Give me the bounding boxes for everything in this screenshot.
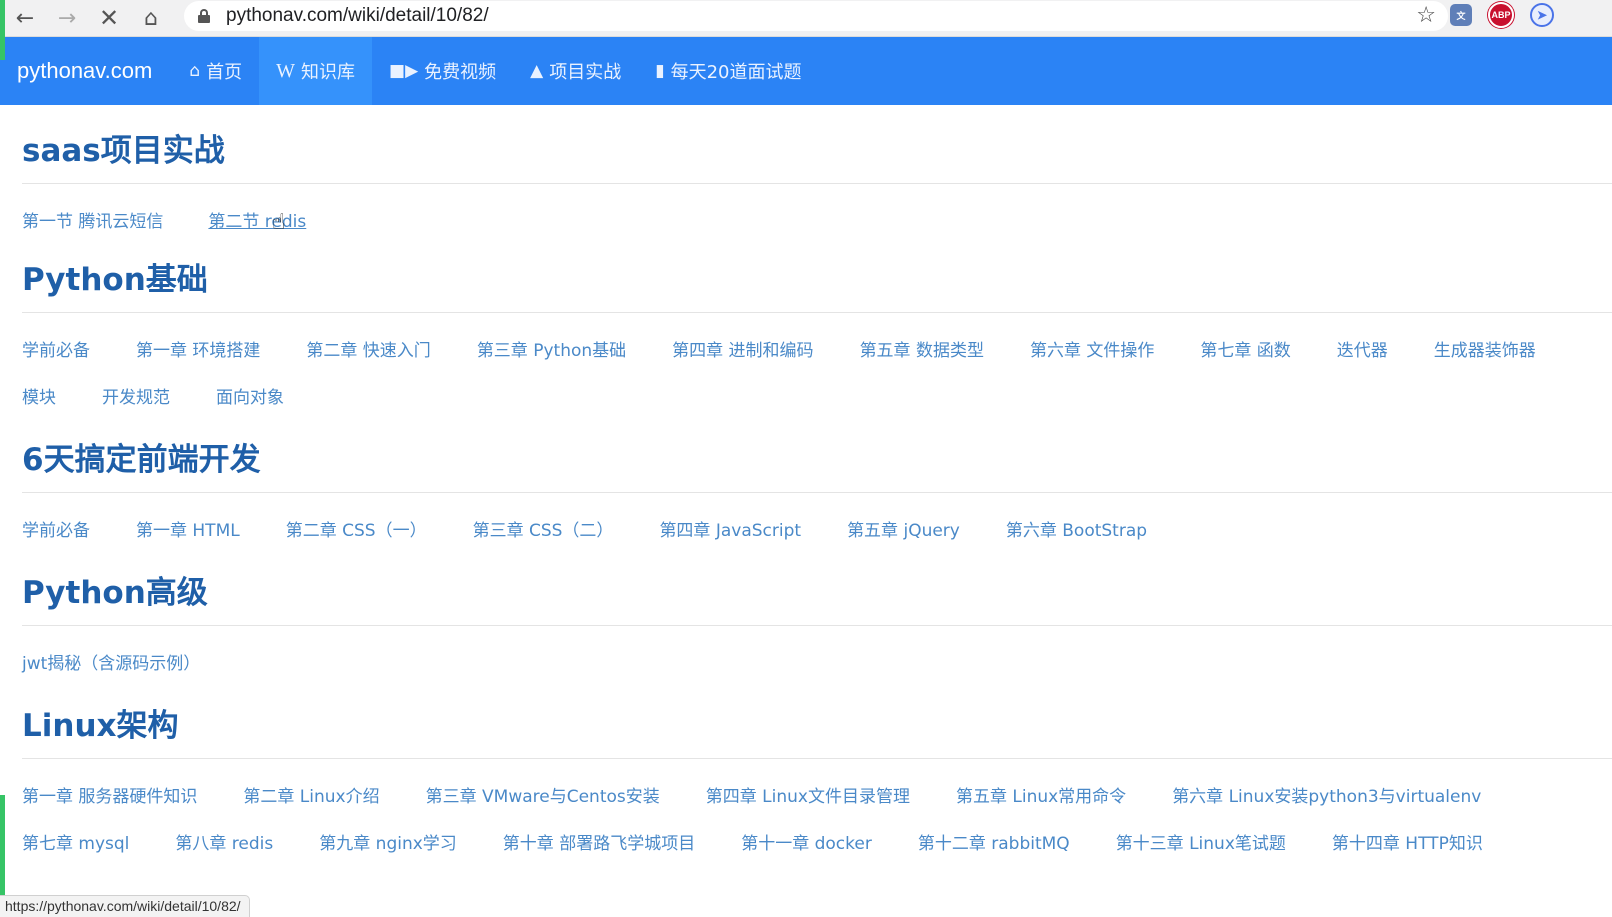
chapter-link[interactable]: 第三章 VMware与Centos安装: [426, 785, 660, 809]
chapter-link[interactable]: 第三章 CSS（二）: [473, 519, 614, 543]
video-camera-icon: ■▶: [389, 61, 419, 81]
divider: [22, 492, 1612, 493]
hand-cursor-icon: ☝: [272, 210, 286, 235]
chapter-link[interactable]: 第二节 redis: [208, 210, 306, 234]
nav-item-label: 每天20道面试题: [670, 62, 802, 83]
section-title: saas项目实战: [22, 133, 225, 169]
left-accent-bar: [0, 795, 5, 895]
section-frontend: 6天搞定前端开发 学前必备 第一章 HTML 第二章 CSS（一） 第三章 CS…: [22, 440, 1612, 543]
chapter-link[interactable]: 面向对象: [216, 386, 284, 410]
chapter-link[interactable]: 第二章 快速入门: [306, 339, 430, 363]
close-icon[interactable]: ✕: [94, 3, 124, 33]
section-links: jwt揭秘（含源码示例）: [22, 652, 1612, 676]
nav-item-label: 首页: [206, 62, 243, 83]
chapter-link[interactable]: 学前必备: [22, 339, 90, 363]
chapter-link[interactable]: 第十三章 Linux笔试题: [1116, 832, 1286, 856]
chapter-link[interactable]: 第一章 HTML: [136, 519, 240, 543]
chapter-link[interactable]: 第八章 redis: [175, 832, 273, 856]
chapter-link[interactable]: 第三章 Python基础: [477, 339, 626, 363]
chapter-link[interactable]: 第五章 jQuery: [847, 519, 960, 543]
chapter-link[interactable]: 第二章 Linux介绍: [243, 785, 379, 809]
wiki-content: saas项目实战 第一节 腾讯云短信 第二节 redis Python基础 学前…: [22, 105, 1612, 856]
chapter-link[interactable]: 第二章 CSS（一）: [286, 519, 427, 543]
section-links: 学前必备 第一章 环境搭建 第二章 快速入门 第三章 Python基础 第四章 …: [22, 339, 1597, 410]
divider: [22, 625, 1612, 626]
chapter-link[interactable]: 第十一章 docker: [741, 832, 872, 856]
chapter-link[interactable]: 第七章 函数: [1200, 339, 1290, 363]
chapter-link[interactable]: 第十章 部署路飞学城项目: [503, 832, 695, 856]
section-links: 第一章 服务器硬件知识 第二章 Linux介绍 第三章 VMware与Cento…: [22, 785, 1597, 856]
nav-item-interview[interactable]: ▮ 每天20道面试题: [638, 37, 818, 105]
chapter-link[interactable]: 第五章 数据类型: [860, 339, 984, 363]
status-url-bar: https://pythonav.com/wiki/detail/10/82/: [0, 895, 250, 917]
chapter-link[interactable]: 第六章 文件操作: [1030, 339, 1154, 363]
chapter-link[interactable]: 第五章 Linux常用命令: [956, 785, 1126, 809]
url-text[interactable]: pythonav.com/wiki/detail/10/82/: [226, 5, 489, 27]
site-brand[interactable]: pythonav.com: [17, 58, 152, 84]
chapter-link[interactable]: jwt揭秘（含源码示例）: [22, 652, 200, 676]
home-icon[interactable]: ⌂: [136, 3, 166, 33]
adblock-extension-icon[interactable]: ABP: [1488, 2, 1514, 28]
divider: [22, 183, 1612, 184]
chapter-link[interactable]: 第七章 mysql: [22, 832, 129, 856]
nav-item-home[interactable]: ⌂ 首页: [172, 37, 259, 105]
chapter-link[interactable]: 生成器: [1434, 339, 1485, 363]
chapter-link[interactable]: 装饰器: [1485, 339, 1536, 363]
wikipedia-icon: W: [276, 59, 296, 82]
section-title: Python高级: [22, 575, 208, 611]
vpn-extension-icon[interactable]: ➤: [1530, 3, 1554, 27]
section-links: 学前必备 第一章 HTML 第二章 CSS（一） 第三章 CSS（二） 第四章 …: [22, 519, 1612, 543]
chapter-link[interactable]: 第一节 腾讯云短信: [22, 210, 163, 234]
fire-icon: ▲: [530, 61, 544, 81]
section-title: Python基础: [22, 262, 208, 298]
book-icon: ▮: [655, 61, 665, 81]
nav-item-label: 项目实战: [549, 62, 622, 83]
section-title: 6天搞定前端开发: [22, 442, 261, 478]
divider: [22, 758, 1612, 759]
chapter-link[interactable]: 第六章 Linux安装python3与virtualenv: [1172, 785, 1481, 809]
section-saas: saas项目实战 第一节 腾讯云短信 第二节 redis: [22, 131, 1612, 234]
chapter-link[interactable]: 开发规范: [102, 386, 170, 410]
chapter-link[interactable]: 第十二章 rabbitMQ: [918, 832, 1070, 856]
chapter-link[interactable]: 迭代器: [1337, 339, 1388, 363]
divider: [22, 312, 1612, 313]
star-icon[interactable]: ☆: [1416, 3, 1436, 28]
section-title: Linux架构: [22, 708, 179, 744]
chapter-link[interactable]: 模块: [22, 386, 56, 410]
arrow-right-icon[interactable]: →: [52, 3, 82, 33]
browser-toolbar: ← → ✕ ⌂ pythonav.com/wiki/detail/10/82/ …: [0, 0, 1612, 37]
chapter-link[interactable]: 学前必备: [22, 519, 90, 543]
translate-extension-icon[interactable]: 文: [1450, 4, 1472, 26]
nav-item-wiki[interactable]: W 知识库: [259, 37, 373, 105]
section-python-advanced: Python高级 jwt揭秘（含源码示例）: [22, 573, 1612, 676]
chapter-link[interactable]: 第四章 Linux文件目录管理: [706, 785, 910, 809]
chapter-link[interactable]: 第四章 进制和编码: [672, 339, 813, 363]
chapter-link[interactable]: 第十四章 HTTP知识: [1332, 832, 1483, 856]
nav-item-label: 免费视频: [424, 62, 497, 83]
chapter-link[interactable]: 第九章 nginx学习: [319, 832, 457, 856]
section-linux: Linux架构 第一章 服务器硬件知识 第二章 Linux介绍 第三章 VMwa…: [22, 706, 1612, 856]
chapter-link[interactable]: 第四章 JavaScript: [659, 519, 801, 543]
lock-icon: [198, 9, 210, 23]
address-bar[interactable]: pythonav.com/wiki/detail/10/82/ ☆: [184, 1, 1448, 31]
chapter-link[interactable]: 第一章 环境搭建: [136, 339, 260, 363]
nav-item-projects[interactable]: ▲ 项目实战: [513, 37, 638, 105]
nav-item-videos[interactable]: ■▶ 免费视频: [372, 37, 513, 105]
nav-item-label: 知识库: [301, 62, 356, 83]
chapter-link[interactable]: 第一章 服务器硬件知识: [22, 785, 197, 809]
chapter-link[interactable]: 第六章 BootStrap: [1006, 519, 1147, 543]
section-python-basics: Python基础 学前必备 第一章 环境搭建 第二章 快速入门 第三章 Pyth…: [22, 260, 1612, 410]
home-icon: ⌂: [189, 61, 201, 81]
site-navbar: pythonav.com ⌂ 首页 W 知识库 ■▶ 免费视频 ▲ 项目实战 ▮…: [0, 37, 1612, 105]
extension-icons: 文 ABP ➤: [1450, 2, 1554, 28]
arrow-left-icon[interactable]: ←: [10, 3, 40, 33]
section-links: 第一节 腾讯云短信 第二节 redis: [22, 210, 1612, 234]
left-accent-bar: [0, 0, 5, 60]
